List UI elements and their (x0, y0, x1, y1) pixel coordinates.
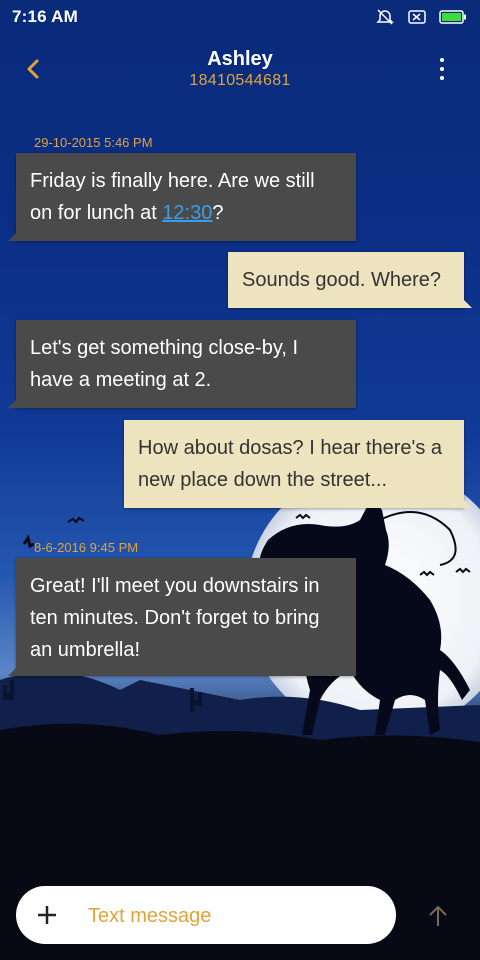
time-link[interactable]: 12:30 (162, 202, 212, 224)
bird-2 (22, 534, 35, 549)
incoming-message[interactable]: Friday is finally here. Are we still on … (8, 153, 356, 241)
more-options-button[interactable] (432, 52, 452, 86)
message-text: ? (212, 202, 224, 224)
message-composer (16, 886, 396, 944)
attach-button[interactable] (32, 900, 62, 930)
sim-icon (406, 9, 428, 25)
status-time: 7:16 AM (12, 7, 78, 26)
contact-name: Ashley (207, 48, 273, 70)
outgoing-message[interactable]: Sounds good. Where? (228, 252, 472, 308)
message-input[interactable] (86, 896, 380, 936)
status-icons (374, 9, 468, 25)
incoming-message[interactable]: Great! I'll meet you downstairs in ten m… (8, 558, 356, 676)
message-timestamp: 8-6-2016 9:45 PM (34, 540, 139, 555)
incoming-message[interactable]: Let's get something close-by, I have a m… (8, 320, 356, 408)
more-vertical-icon (440, 58, 444, 62)
status-bar: 7:16 AM (0, 0, 480, 34)
battery-icon (438, 9, 468, 25)
conversation-header: Ashley 18410544681 (0, 34, 480, 104)
alarm-off-icon (374, 9, 396, 25)
outgoing-message[interactable]: How about dosas? I hear there's a new pl… (124, 420, 472, 508)
message-timestamp: 29-10-2015 5:46 PM (34, 135, 153, 150)
bird-1 (67, 516, 85, 524)
contact-number: 18410544681 (189, 72, 291, 89)
send-arrow-icon (429, 905, 447, 926)
send-button[interactable] (422, 900, 454, 932)
plus-icon (38, 906, 56, 924)
